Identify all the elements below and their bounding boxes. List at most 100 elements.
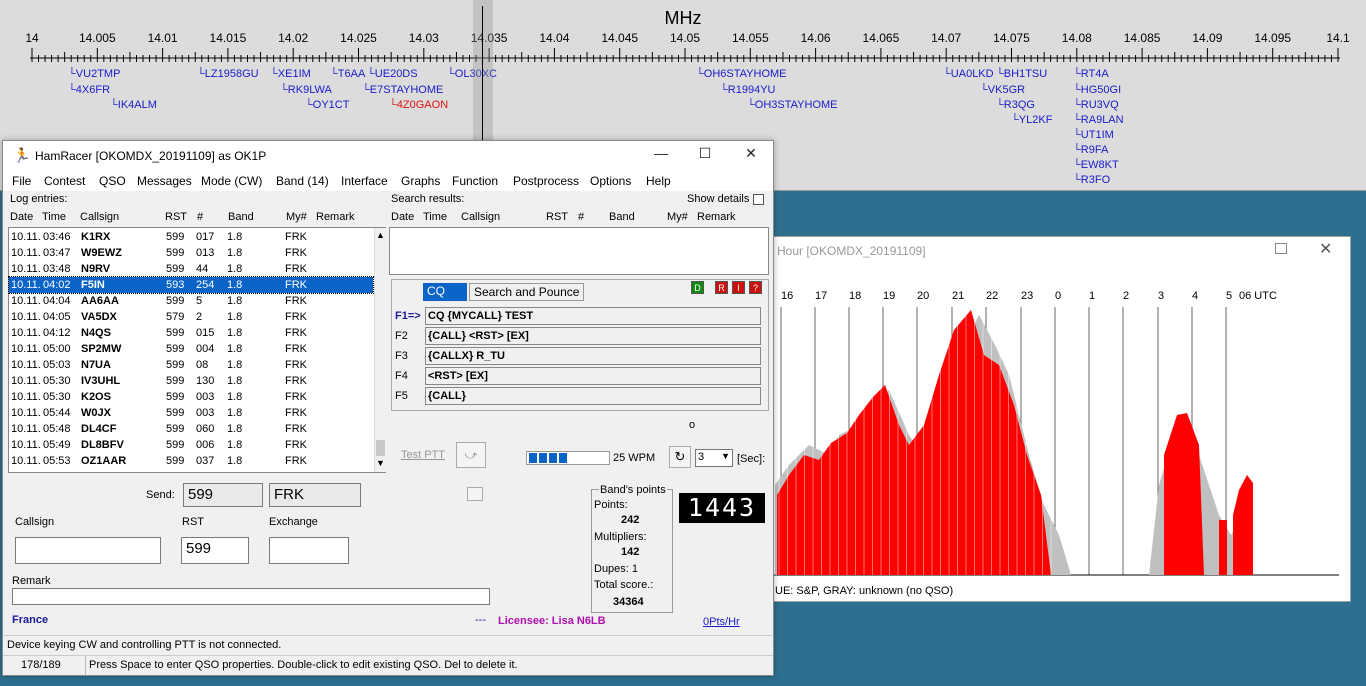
r-button[interactable]: R (715, 281, 728, 294)
title-bar[interactable]: 🏃 HamRacer [OKOMDX_20191109] as OK1P — ☐… (3, 141, 773, 171)
search-col-num[interactable]: # (578, 211, 584, 223)
macro-button-f5[interactable]: {CALL} (425, 387, 761, 405)
table-row[interactable]: 10.11. 03:47 W9EWZ 599 013 1.8 FRK (9, 245, 373, 261)
hamracer-main-window[interactable]: 🏃 HamRacer [OKOMDX_20191109] as OK1P — ☐… (2, 140, 774, 676)
table-row[interactable]: 10.11. 05:53 OZ1AAR 599 037 1.8 FRK (9, 453, 373, 469)
table-row[interactable]: 10.11. 05:44 W0JX 599 003 1.8 FRK (9, 405, 373, 421)
menu-graphs[interactable]: Graphs (401, 174, 440, 188)
speed-bar[interactable] (526, 451, 610, 465)
menu-file[interactable]: File (12, 174, 31, 188)
small-button[interactable] (467, 487, 483, 501)
macro-button-f4[interactable]: <RST> [EX] (425, 367, 761, 385)
menu-mode-cw[interactable]: Mode (CW) (201, 174, 262, 188)
repeat-icon[interactable]: ↻ (669, 446, 691, 468)
repeat-seconds-select[interactable]: 3 ▼ (695, 449, 733, 467)
table-row[interactable]: 10.11. 05:03 N7UA 599 08 1.8 FRK (9, 357, 373, 373)
menu-function[interactable]: Function (452, 174, 498, 188)
spot-oh3stayhome[interactable]: └OH3STAYHOME (747, 99, 838, 111)
close-icon[interactable]: ✕ (737, 145, 765, 162)
log-col-date[interactable]: Date (10, 211, 33, 223)
spot-hg50gi[interactable]: └HG50GI (1073, 84, 1121, 96)
log-col-callsign[interactable]: Callsign (80, 211, 119, 223)
menu-messages[interactable]: Messages (137, 174, 192, 188)
menu-contest[interactable]: Contest (44, 174, 85, 188)
table-row[interactable]: 10.11. 04:05 VA5DX 579 2 1.8 FRK (9, 309, 373, 325)
log-col-rst[interactable]: RST (165, 211, 187, 223)
search-col-band[interactable]: Band (609, 211, 635, 223)
search-col-rst[interactable]: RST (546, 211, 568, 223)
spot-vk5gr[interactable]: └VK5GR (980, 84, 1025, 96)
spot-rt4a[interactable]: └RT4A (1073, 68, 1109, 80)
table-row[interactable]: 10.11. 04:12 N4QS 599 015 1.8 FRK (9, 325, 373, 341)
spot-rk9lwa[interactable]: └RK9LWA (280, 84, 332, 96)
table-row[interactable]: 10.11. 05:30 K2OS 599 003 1.8 FRK (9, 389, 373, 405)
log-scrollbar[interactable]: ▲ ▼ (374, 228, 386, 472)
menu-postprocess[interactable]: Postprocess (513, 174, 579, 188)
maximize-icon[interactable] (1275, 243, 1287, 254)
log-col-time[interactable]: Time (42, 211, 66, 223)
i-button[interactable]: I (732, 281, 745, 294)
close-icon[interactable]: ✕ (1319, 239, 1332, 259)
rate-link[interactable]: 0Pts/Hr (703, 616, 740, 628)
maximize-icon[interactable]: ☐ (691, 145, 719, 162)
spot-oy1ct[interactable]: └OY1CT (305, 99, 349, 111)
scroll-thumb[interactable] (376, 440, 385, 456)
remark-input[interactable] (12, 588, 490, 605)
spot-ra9lan[interactable]: └RA9LAN (1073, 114, 1124, 126)
table-row[interactable]: 10.11. 03:46 K1RX 599 017 1.8 FRK (9, 229, 373, 245)
log-col-band[interactable]: Band (228, 211, 254, 223)
scroll-up-icon[interactable]: ▲ (376, 230, 385, 240)
spot-ua0lkd[interactable]: └UA0LKD (943, 68, 994, 80)
scroll-down-icon[interactable]: ▼ (376, 458, 385, 468)
spot-ue20ds[interactable]: └UE20DS (367, 68, 418, 80)
spot-r1994yu[interactable]: └R1994YU (720, 84, 776, 96)
menu-interface[interactable]: Interface (341, 174, 388, 188)
log-col-num[interactable]: # (197, 211, 203, 223)
search-col-remark[interactable]: Remark (697, 211, 736, 223)
spot-e7stayhome[interactable]: └E7STAYHOME (362, 84, 443, 96)
test-ptt-link[interactable]: Test PTT (401, 449, 445, 461)
menu-help[interactable]: Help (646, 174, 671, 188)
minimize-icon[interactable]: — (647, 145, 675, 161)
spot-4x6fr[interactable]: └4X6FR (68, 84, 110, 96)
macro-button-f2[interactable]: {CALL} <RST> [EX] (425, 327, 761, 345)
menu-band-14[interactable]: Band (14) (276, 174, 329, 188)
help-button[interactable]: ? (749, 281, 762, 294)
tab-search-and-pounce[interactable]: Search and Pounce (469, 283, 585, 301)
spot-ut1im[interactable]: └UT1IM (1073, 129, 1114, 141)
spot-4z0gaon[interactable]: └4Z0GAON (389, 99, 448, 111)
rst-input[interactable]: 599 (181, 537, 249, 564)
show-details-checkbox[interactable] (753, 194, 764, 205)
table-row[interactable]: 10.11. 05:49 DL8BFV 599 006 1.8 FRK (9, 437, 373, 453)
table-row[interactable]: 10.11. 05:48 DL4CF 599 060 1.8 FRK (9, 421, 373, 437)
spot-r9fa[interactable]: └R9FA (1073, 144, 1108, 156)
spot-yl2kf[interactable]: └YL2KF (1011, 114, 1052, 126)
table-row[interactable]: 10.11. 05:30 IV3UHL 599 130 1.8 FRK (9, 373, 373, 389)
table-row[interactable]: 10.11. 03:48 N9RV 599 44 1.8 FRK (9, 261, 373, 277)
spot-bh1tsu[interactable]: └BH1TSU (996, 68, 1047, 80)
spot-lz1958gu[interactable]: └LZ1958GU (197, 68, 259, 80)
search-col-date[interactable]: Date (391, 211, 414, 223)
callsign-input[interactable] (15, 537, 161, 564)
tab-cq[interactable]: CQ (423, 283, 467, 301)
spot-vu2tmp[interactable]: └VU2TMP (68, 68, 120, 80)
ptt-key-icon[interactable]: ⤻ (456, 442, 486, 468)
spot-t6aa[interactable]: └T6AA (330, 68, 365, 80)
menu-qso[interactable]: QSO (99, 174, 126, 188)
hour-graph-window[interactable]: Hour [OKOMDX_20191109] ✕ 16 17 18 19 20 21 22 2… (758, 236, 1351, 602)
exchange-input[interactable] (269, 537, 349, 564)
d-button[interactable]: D (691, 281, 704, 294)
macro-button-f1[interactable]: CQ {MYCALL} TEST (425, 307, 761, 325)
spot-ik4alm[interactable]: └IK4ALM (110, 99, 157, 111)
search-col-mynum[interactable]: My# (667, 211, 688, 223)
macro-button-f3[interactable]: {CALLX} R_TU (425, 347, 761, 365)
log-list[interactable]: ▲ ▼ 10.11. 03:46 K1RX 599 017 1.8 FRK 10.11. 03:… (8, 227, 386, 473)
log-col-mynum[interactable]: My# (286, 211, 307, 223)
search-results-list[interactable] (389, 227, 769, 275)
log-col-remark[interactable]: Remark (316, 211, 355, 223)
table-row[interactable]: 10.11. 04:02 F5IN 593 254 1.8 FRK (8, 276, 374, 294)
spot-r3fo[interactable]: └R3FO (1073, 174, 1110, 186)
spot-ru3vq[interactable]: └RU3VQ (1073, 99, 1119, 111)
table-row[interactable]: 10.11. 04:04 AA6AA 599 5 1.8 FRK (9, 293, 373, 309)
menu-options[interactable]: Options (590, 174, 631, 188)
